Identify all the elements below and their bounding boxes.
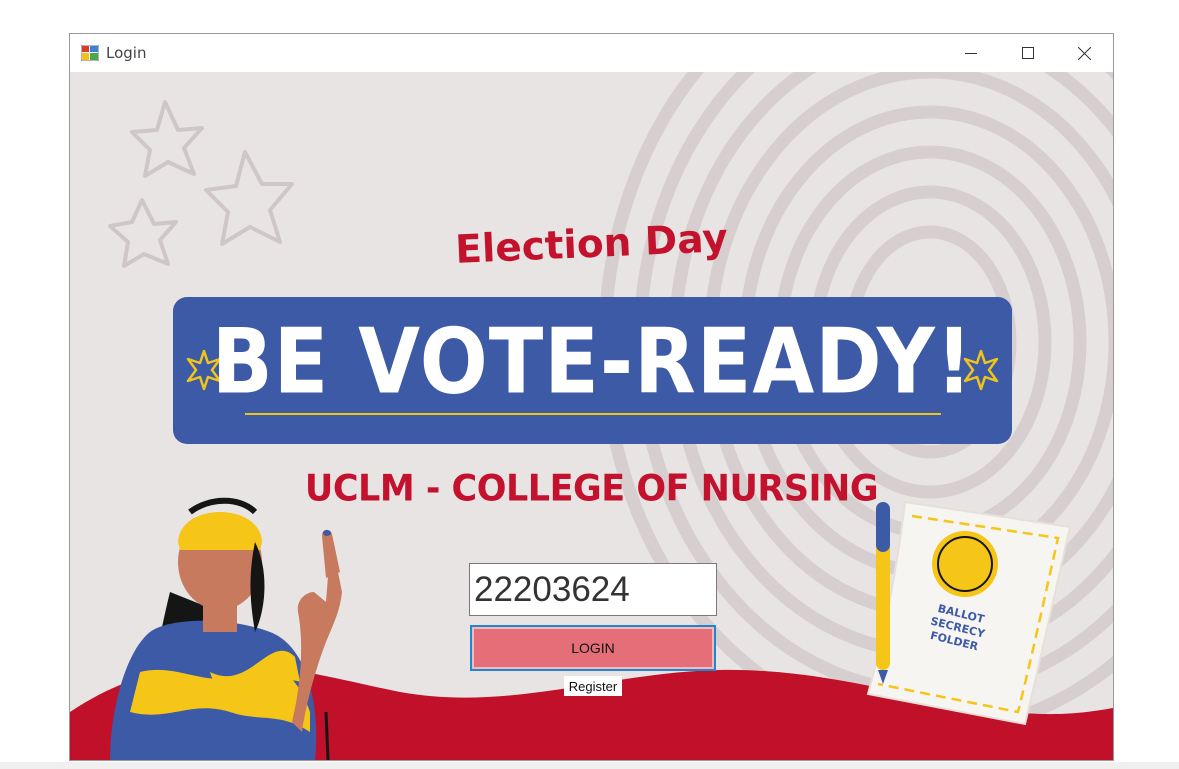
poster-background: BALLOT SECRECY FOLDER Election Day BE VO… [70, 72, 1113, 760]
close-button[interactable] [1056, 34, 1113, 72]
minimize-icon [964, 53, 977, 54]
college-subtitle: UCLM - COLLEGE OF NURSING [304, 468, 879, 510]
banner-headline: BE VOTE-READY! [211, 309, 974, 414]
vote-ready-banner: BE VOTE-READY! [173, 297, 1012, 444]
login-window: Login BALLOT SECRECY FOLDER Election Day… [69, 33, 1114, 761]
login-button[interactable]: LOGIN [470, 625, 716, 671]
woman-illustration [110, 497, 342, 760]
maximize-button[interactable] [999, 34, 1056, 72]
taskbar-edge [0, 762, 1179, 769]
minimize-button[interactable] [942, 34, 999, 72]
star-icon-right [963, 349, 999, 391]
student-id-input[interactable] [469, 563, 717, 616]
title-bar: Login [70, 34, 1113, 72]
maximize-icon [1021, 47, 1034, 59]
window-title: Login [106, 44, 147, 62]
close-icon [1078, 46, 1091, 60]
register-link[interactable]: Register [564, 676, 622, 696]
windows-form-icon [81, 45, 99, 61]
banner-underline [245, 413, 941, 415]
